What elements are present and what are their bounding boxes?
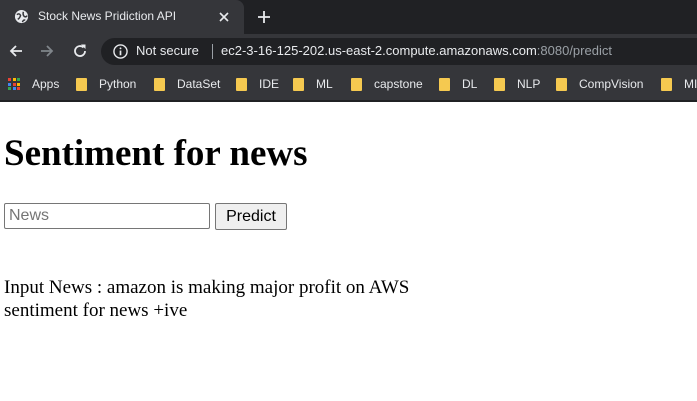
folder-icon <box>351 77 362 91</box>
back-arrow-icon[interactable] <box>6 41 26 61</box>
page-content: Sentiment for news Predict Input News : … <box>0 102 697 401</box>
bookmark-ml[interactable]: ML <box>293 75 333 93</box>
bookmark-nlp[interactable]: NLP <box>494 75 540 93</box>
url-host: ec2-3-16-125-202.us-east-2.compute.amazo… <box>221 43 537 58</box>
info-icon[interactable] <box>113 44 128 59</box>
globe-icon <box>14 9 29 24</box>
folder-icon <box>556 77 567 91</box>
folder-icon <box>76 77 87 91</box>
predict-button[interactable]: Predict <box>215 203 287 230</box>
bookmark-ide[interactable]: IDE <box>236 75 279 93</box>
folder-icon <box>661 77 672 91</box>
bookmark-capstone[interactable]: capstone <box>351 75 423 93</box>
browser-tab[interactable]: Stock News Pridiction API <box>0 0 244 34</box>
url-path: :8080/predict <box>536 43 612 58</box>
bookmark-label: MI <box>684 77 697 91</box>
plus-icon[interactable] <box>253 6 275 28</box>
bookmark-apps[interactable]: Apps <box>8 75 59 93</box>
omnibox-divider <box>212 44 213 59</box>
bookmark-label: Apps <box>32 77 60 91</box>
reload-icon[interactable] <box>70 41 90 61</box>
address-bar[interactable]: Not secure ec2-3-16-125-202.us-east-2.co… <box>101 38 697 65</box>
tab-title: Stock News Pridiction API <box>38 9 177 23</box>
sentiment-line: sentiment for news +ive <box>4 300 188 321</box>
forward-arrow-icon[interactable] <box>37 41 57 61</box>
apps-grid-icon <box>8 78 20 90</box>
bookmark-label: NLP <box>517 77 541 91</box>
prediction-result: Input News : amazon is making major prof… <box>4 276 409 322</box>
url-text[interactable]: ec2-3-16-125-202.us-east-2.compute.amazo… <box>221 43 612 58</box>
bookmark-label: DataSet <box>177 77 221 91</box>
bookmarks-bar: Apps Python DataSet IDE ML capstone DL N… <box>0 68 697 100</box>
folder-icon <box>439 77 450 91</box>
tab-strip: Stock News Pridiction API <box>0 0 697 34</box>
folder-icon <box>236 77 247 91</box>
input-news-line: Input News : amazon is making major prof… <box>4 277 410 298</box>
bookmark-dl[interactable]: DL <box>439 75 477 93</box>
security-status[interactable]: Not secure <box>136 43 199 58</box>
bookmark-python[interactable]: Python <box>76 75 136 93</box>
bookmark-label: IDE <box>259 77 280 91</box>
bookmark-label: CompVision <box>579 77 644 91</box>
news-input[interactable] <box>4 203 210 229</box>
bookmark-label: capstone <box>374 77 423 91</box>
folder-icon <box>154 77 165 91</box>
folder-icon <box>293 77 304 91</box>
page-title: Sentiment for news <box>4 133 308 174</box>
bookmark-label: ML <box>316 77 333 91</box>
bookmark-label: DL <box>462 77 478 91</box>
folder-icon <box>494 77 505 91</box>
bookmark-label: Python <box>99 77 137 91</box>
bookmark-dataset[interactable]: DataSet <box>154 75 220 93</box>
bookmark-mi[interactable]: MI <box>661 75 697 93</box>
close-icon[interactable] <box>216 9 232 25</box>
bookmark-compvision[interactable]: CompVision <box>556 75 643 93</box>
